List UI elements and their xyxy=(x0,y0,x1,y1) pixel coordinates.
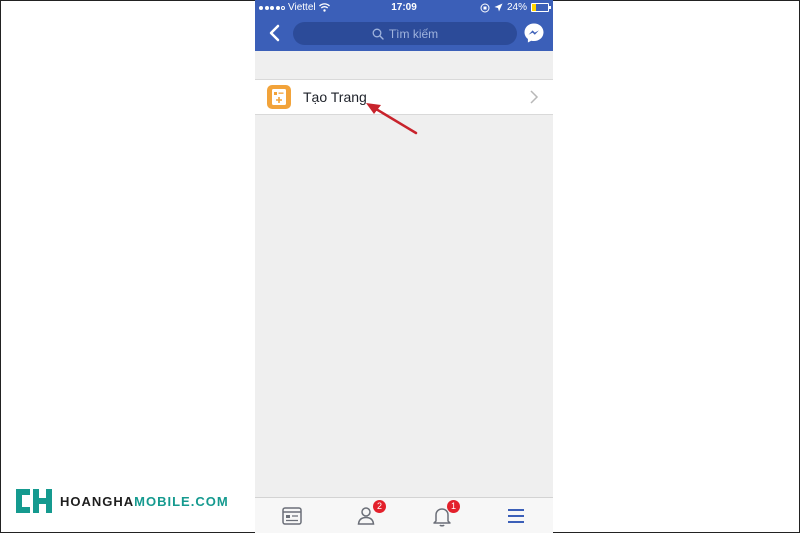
battery-icon xyxy=(531,3,551,12)
nav-bar: Tìm kiếm xyxy=(255,16,553,51)
phone-screen: Viettel 17:09 24% Tìm kiếm Tạo Trang 2 1 xyxy=(255,0,553,533)
search-icon xyxy=(372,28,384,40)
search-input[interactable]: Tìm kiếm xyxy=(293,22,517,45)
chevron-right-icon xyxy=(530,90,539,104)
watermark-text: HOANGHAMOBILE.COM xyxy=(60,494,229,509)
notifications-tab[interactable]: 1 xyxy=(430,500,460,528)
friends-badge: 2 xyxy=(373,500,386,513)
friend-requests-tab[interactable]: 2 xyxy=(356,500,386,528)
news-feed-icon[interactable] xyxy=(280,504,304,528)
battery-percent: 24% xyxy=(506,2,527,13)
create-page-item[interactable]: Tạo Trang xyxy=(255,79,553,115)
location-icon xyxy=(494,3,503,12)
battery-fill xyxy=(532,4,536,11)
create-page-icon xyxy=(267,85,291,109)
tab-bar: 2 1 xyxy=(255,497,553,533)
menu-icon[interactable] xyxy=(504,504,528,528)
orientation-lock-icon xyxy=(480,3,490,12)
status-bar: Viettel 17:09 24% xyxy=(255,0,553,16)
search-placeholder: Tìm kiếm xyxy=(388,26,439,41)
notifications-badge: 1 xyxy=(447,500,460,513)
watermark-logo: HOANGHAMOBILE.COM xyxy=(14,487,229,515)
hoangha-logo-icon xyxy=(16,489,52,513)
messenger-icon[interactable] xyxy=(523,22,545,44)
create-page-label: Tạo Trang xyxy=(303,89,367,105)
back-icon[interactable] xyxy=(265,22,285,44)
watermark-text-part2: MOBILE.COM xyxy=(134,493,229,509)
status-right: 24% xyxy=(480,2,551,13)
watermark-text-part1: HOANGHA xyxy=(60,493,135,509)
